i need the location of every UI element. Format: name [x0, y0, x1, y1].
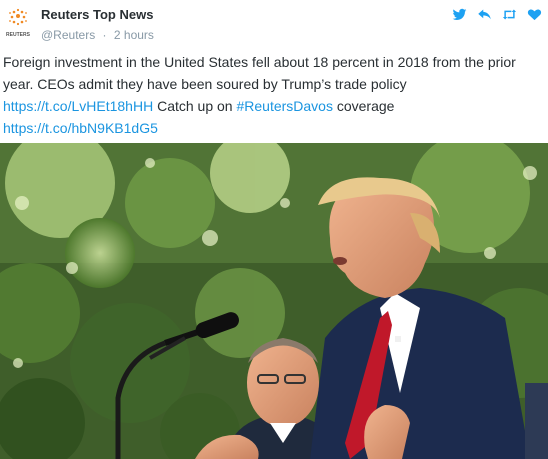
tweet-actions	[452, 5, 542, 23]
meta-separator: ·	[102, 28, 107, 42]
tweet-link-2[interactable]: https://t.co/hbN9KB1dG5	[3, 120, 158, 136]
avatar-wordmark: REUTERS	[6, 32, 31, 38]
account-display-name[interactable]: Reuters Top News	[41, 7, 153, 22]
tweet-timestamp[interactable]: 2 hours	[114, 28, 154, 42]
hashtag-link[interactable]: #ReutersDavos	[236, 98, 333, 114]
tweet-header: REUTERS Reuters Top News @Reuters · 2 ho…	[0, 0, 548, 50]
handle-row: @Reuters · 2 hours	[41, 28, 154, 42]
tweet-text-part2: Catch up on	[153, 98, 237, 114]
tweet-text: Foreign investment in the United States …	[3, 51, 543, 139]
tweet-link-1[interactable]: https://t.co/LvHEt18hHH	[3, 98, 153, 114]
photo-image	[0, 143, 548, 459]
account-handle[interactable]: @Reuters	[41, 28, 95, 42]
reuters-logo-avatar[interactable]: REUTERS	[3, 6, 33, 40]
retweet-icon[interactable]	[502, 7, 517, 22]
tweet-text-part3: coverage	[332, 98, 395, 114]
reply-icon[interactable]	[477, 7, 492, 22]
tweet-photo[interactable]	[0, 143, 548, 459]
tweet-text-part1: Foreign investment in the United States …	[3, 54, 516, 92]
twitter-bird-icon[interactable]	[452, 7, 467, 22]
like-heart-icon[interactable]	[527, 7, 542, 22]
